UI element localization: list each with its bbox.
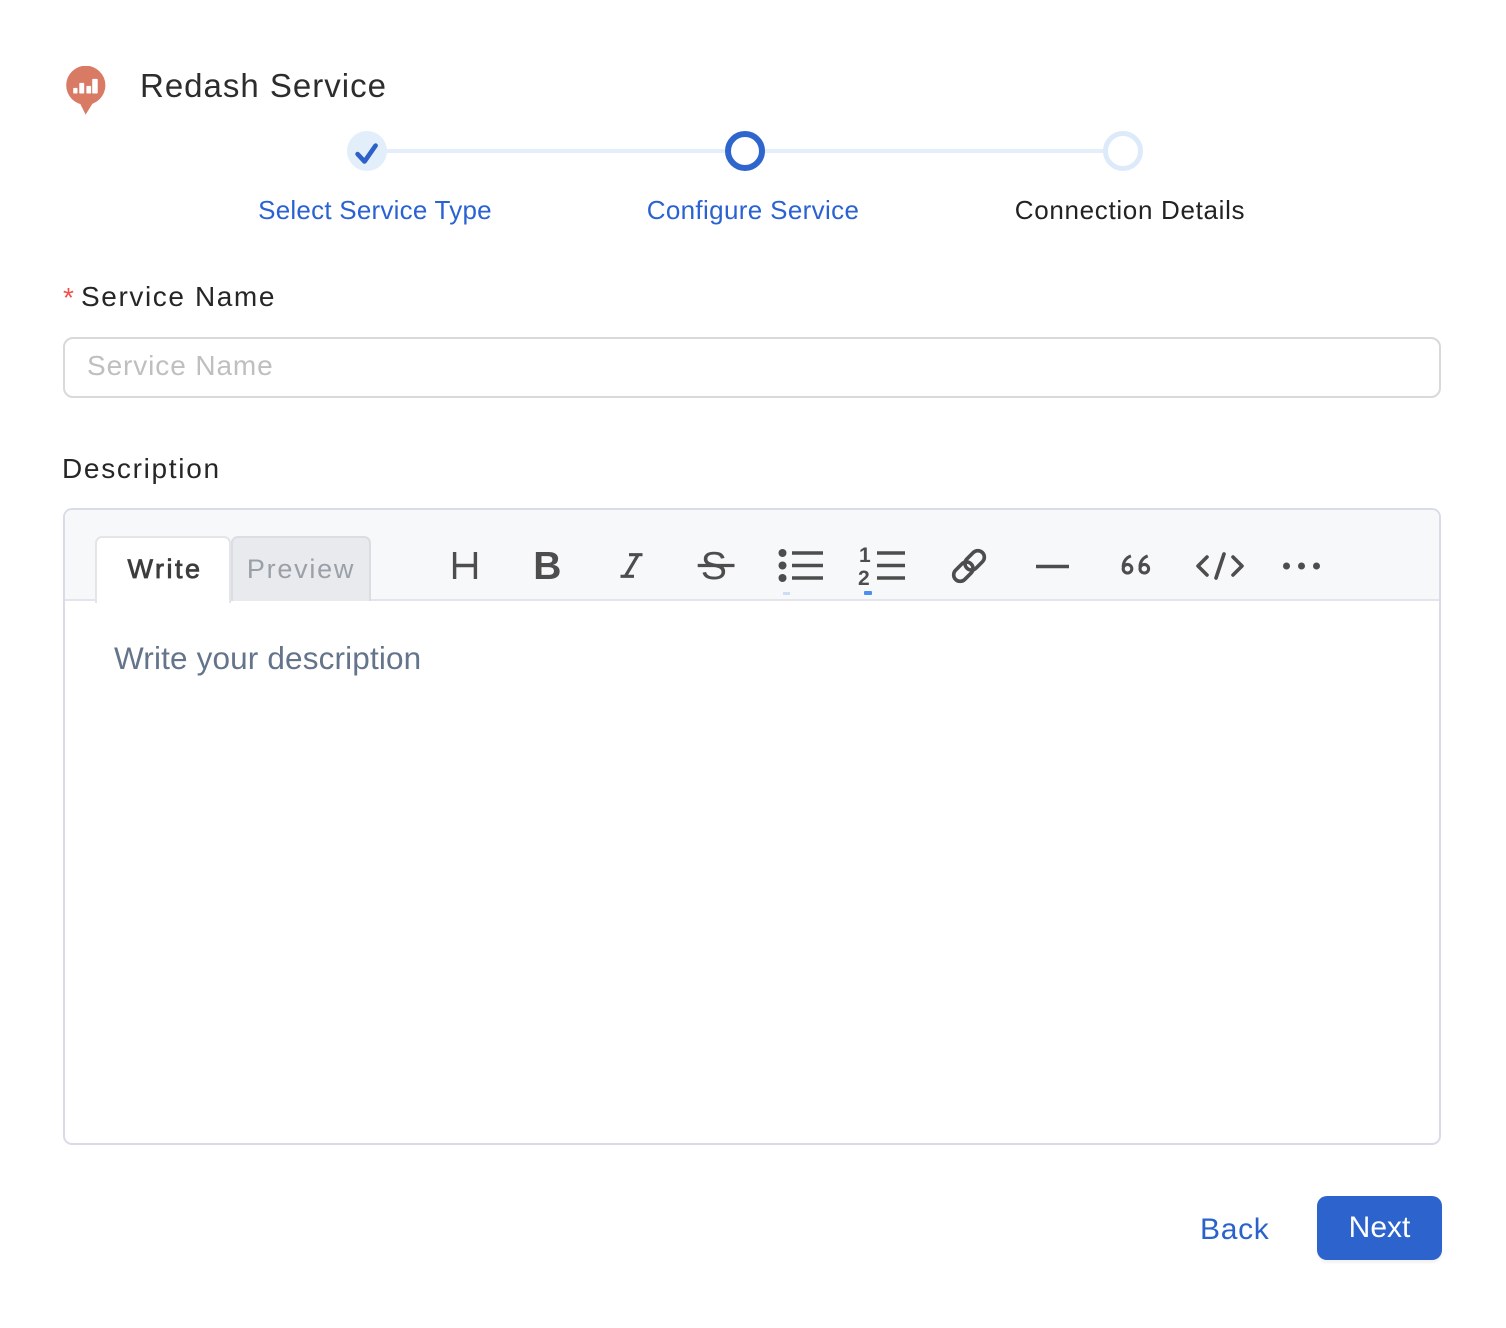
svg-text:B: B: [533, 545, 561, 588]
svg-text:1: 1: [859, 544, 871, 567]
svg-text:2: 2: [858, 567, 870, 590]
